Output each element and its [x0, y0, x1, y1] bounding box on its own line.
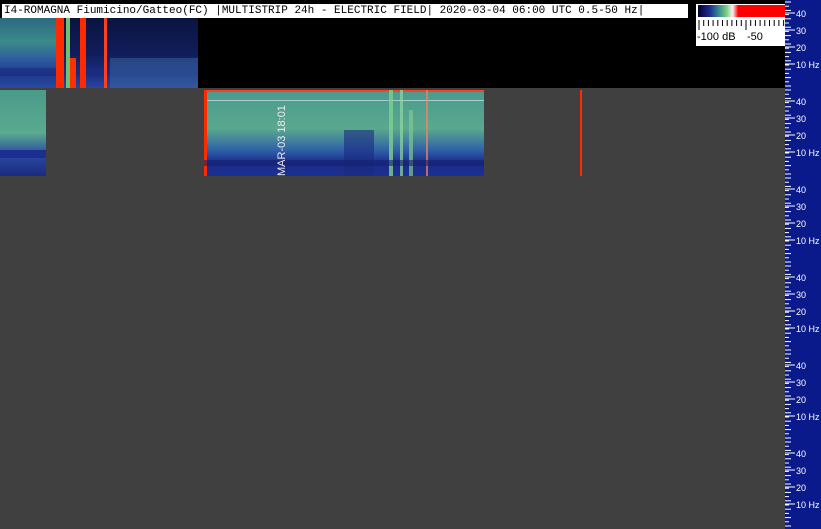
axis-tick-label: 10 Hz [796, 60, 820, 70]
timestamp-label: MAR-03 18:01 [276, 105, 288, 176]
axis-tick-label: 20 [796, 307, 806, 317]
color-scale-labels: -100 dB -50 0 [696, 31, 796, 45]
axis-tick-label: 40 [796, 361, 806, 371]
axis-tick-label: 30 [796, 202, 806, 212]
axis-tick-label: 40 [796, 9, 806, 19]
spectrogram-strip-2-spike [580, 90, 582, 176]
axis-tick-label: 40 [796, 449, 806, 459]
spectrogram-window: I4-ROMAGNA Fiumicino/Gatteo(FC) |MULTIST… [0, 0, 821, 529]
spectrogram-strip-top [0, 18, 198, 88]
color-scale-bar [698, 5, 794, 17]
spectrogram-strip-2-main [204, 90, 484, 176]
legend-label-mid: -50 [747, 31, 763, 43]
axis-tick-label: 10 Hz [796, 324, 820, 334]
spectrogram-plot-area [0, 88, 785, 529]
axis-tick-label: 30 [796, 466, 806, 476]
axis-tick-label: 20 [796, 395, 806, 405]
axis-tick-label: 20 [796, 131, 806, 141]
axis-tick-label: 10 Hz [796, 500, 820, 510]
frequency-axis-ticks: 40 30 20 10 Hz 40 30 20 10 Hz 40 30 20 10 Hz 40 30 20 1… [785, 1, 820, 527]
color-scale-legend: -100 dB -50 0 [696, 4, 796, 46]
axis-tick-label: 10 Hz [796, 236, 820, 246]
legend-label-min: -100 dB [697, 31, 736, 43]
frequency-axis: 40 30 20 10 Hz 40 30 20 10 Hz 40 30 20 10 Hz 40 30 20 1… [785, 0, 821, 529]
axis-tick-label: 40 [796, 97, 806, 107]
spectrogram-strip-2-left [0, 90, 46, 176]
axis-tick-label: 30 [796, 290, 806, 300]
axis-tick-label: 10 Hz [796, 148, 820, 158]
page-title: I4-ROMAGNA Fiumicino/Gatteo(FC) |MULTIST… [2, 4, 688, 18]
axis-tick-label: 40 [796, 273, 806, 283]
axis-tick-label: 30 [796, 114, 806, 124]
axis-tick-label: 20 [796, 219, 806, 229]
axis-tick-label: 20 [796, 483, 806, 493]
axis-tick-label: 20 [796, 43, 806, 53]
axis-tick-label: 30 [796, 378, 806, 388]
axis-tick-label: 10 Hz [796, 412, 820, 422]
axis-tick-label: 30 [796, 26, 806, 36]
axis-tick-label: 40 [796, 185, 806, 195]
